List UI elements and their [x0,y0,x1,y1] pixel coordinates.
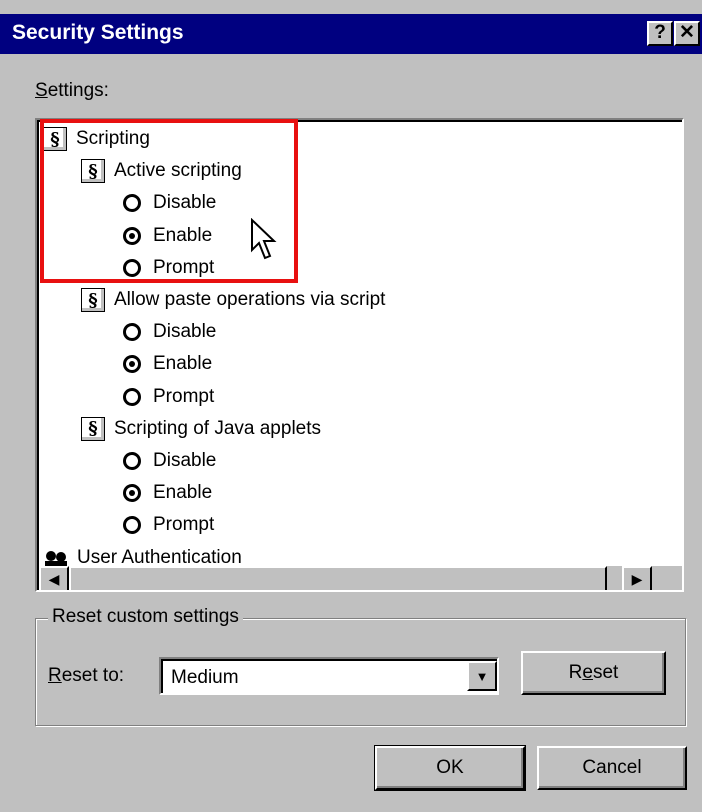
cancel-button[interactable]: Cancel [537,746,687,790]
title-bar[interactable]: Security Settings ? ✕ [0,14,702,54]
radio-unchecked-icon[interactable] [123,516,141,535]
item-label: Enable [153,482,213,504]
horizontal-scrollbar[interactable]: ◀ ▶ [39,566,652,590]
radio-option[interactable]: Enable [123,349,212,379]
ok-button[interactable]: OK [374,745,526,791]
radio-option[interactable]: Prompt [123,382,214,412]
radio-option[interactable]: Disable [123,446,216,476]
item-label: Disable [153,321,217,343]
radio-option[interactable]: Prompt [123,510,214,540]
reset-level-dropdown[interactable]: Medium ▼ [159,657,499,695]
radio-option[interactable]: Disable [123,317,216,347]
window-title: Security Settings [12,21,184,44]
script-icon: § [81,288,105,312]
hscroll-thumb[interactable] [69,566,607,590]
scroll-left-button[interactable]: ◀ [39,566,69,590]
item-label: Scripting of Java applets [114,417,322,439]
script-icon: § [81,416,105,441]
close-button[interactable]: ✕ [674,21,700,46]
radio-unchecked-icon[interactable] [123,323,141,342]
mouse-cursor-icon [251,218,277,260]
security-settings-window: Security Settings ? ✕ Settings: § Scripti… [0,0,702,812]
reset-level-value: Medium [171,667,239,688]
setting-item[interactable]: § Allow paste operations via script [81,285,385,315]
item-label: Disable [153,450,217,471]
radio-unchecked-icon[interactable] [123,452,141,470]
user-icon [45,550,67,567]
item-label: Prompt [153,385,215,407]
item-label: Enable [153,353,213,375]
reset-to-label: Reset to: [48,665,125,686]
radio-option[interactable]: Enable [123,478,212,508]
item-label: Allow paste operations via script [114,289,386,310]
radio-checked-icon[interactable] [123,355,141,374]
reset-group-title: Reset custom settings [48,606,243,628]
radio-checked-icon[interactable] [123,484,141,503]
radio-unchecked-icon[interactable] [123,387,141,406]
scrollbar-corner [652,566,682,590]
reset-button[interactable]: Re set [521,651,666,695]
item-label: Prompt [153,514,215,536]
settings-label: Settings: [35,80,109,101]
setting-item[interactable]: § Scripting of Java applets [81,414,321,444]
scroll-right-button[interactable]: ▶ [622,566,652,590]
dropdown-arrow-icon[interactable]: ▼ [467,661,497,691]
help-button[interactable]: ? [647,21,673,46]
